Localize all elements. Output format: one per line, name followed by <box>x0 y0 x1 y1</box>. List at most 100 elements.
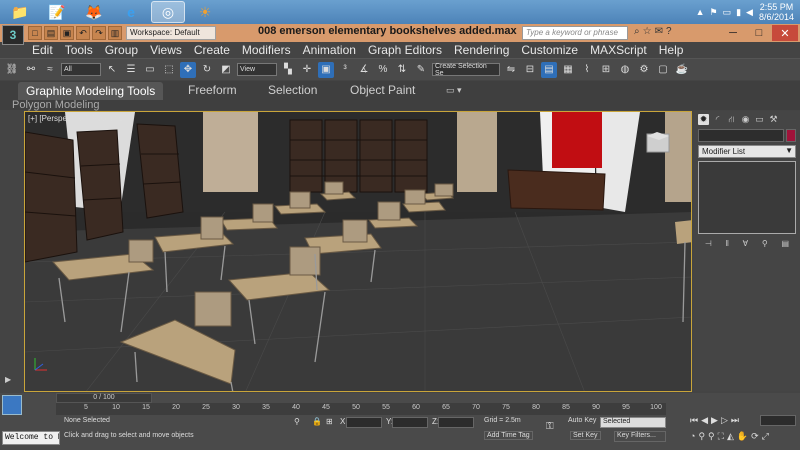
tray-arrow-icon[interactable]: ▲ <box>696 7 705 18</box>
orbit-icon[interactable]: ⟳ <box>751 431 759 442</box>
close-icon[interactable]: ✕ <box>772 25 798 41</box>
render-setup-icon[interactable]: ⚙ <box>636 62 652 78</box>
tray-monitor-icon[interactable]: ▭ <box>723 7 732 18</box>
material-editor-icon[interactable]: ◍ <box>617 62 633 78</box>
tray-volume-icon[interactable]: ◀ <box>746 7 753 18</box>
ribbon-options-icon[interactable]: ▭ ▾ <box>446 85 462 96</box>
notepad-icon[interactable]: 📝 <box>40 1 74 23</box>
object-color-swatch[interactable] <box>786 129 796 142</box>
tray-flag-icon[interactable]: ⚑ <box>709 7 717 18</box>
3dsmax-icon[interactable]: ◎ <box>151 1 185 23</box>
maxscript-listener[interactable]: Welcome to M <box>2 431 60 445</box>
make-unique-icon[interactable]: ∀ <box>743 239 748 251</box>
menu-tools[interactable]: Tools <box>59 43 99 57</box>
show-end-result-icon[interactable]: ‖ <box>726 239 729 251</box>
hierarchy-tab-icon[interactable]: ⛙ <box>726 114 737 125</box>
align-icon[interactable]: ⊟ <box>522 62 538 78</box>
angle-snap-icon[interactable]: ∡ <box>356 62 372 78</box>
selection-lock-icon[interactable]: 🔒 <box>312 417 322 426</box>
rendered-frame-window-icon[interactable]: ▢ <box>655 62 671 78</box>
layer-manager-icon[interactable]: ▤ <box>541 61 557 78</box>
select-manipulate-icon[interactable]: ✛ <box>299 62 315 78</box>
window-crossing-icon[interactable]: ⬚ <box>161 62 177 78</box>
snaps-toggle-icon[interactable]: ³ <box>337 62 353 78</box>
help-icon[interactable]: ? <box>666 26 672 37</box>
internet-explorer-icon[interactable]: e <box>114 1 148 23</box>
maximize-icon[interactable]: □ <box>746 25 772 41</box>
menu-group[interactable]: Group <box>99 43 144 57</box>
select-object-icon[interactable]: ↖ <box>104 62 120 78</box>
viewport-label-menu[interactable]: [+] [Perspective ] [Realistic ] <box>28 114 127 123</box>
select-move-icon[interactable]: ✥ <box>180 61 196 78</box>
maximize-viewport-icon[interactable]: ⤢ <box>762 431 769 442</box>
spinner-snap-icon[interactable]: ⇅ <box>394 62 410 78</box>
select-scale-icon[interactable]: ◩ <box>218 62 234 78</box>
zoom-all-icon[interactable]: ⚲ <box>708 431 715 442</box>
perspective-viewport[interactable]: [+] [Perspective ] [Realistic ] <box>24 111 692 392</box>
remove-modifier-icon[interactable]: ⚲ <box>762 239 768 251</box>
modifier-stack[interactable] <box>698 161 796 234</box>
add-time-tag-button[interactable]: Add Time Tag <box>484 431 533 440</box>
key-set-dropdown[interactable]: Selected <box>600 417 666 428</box>
x-coordinate-field[interactable] <box>346 417 382 428</box>
zoom-icon[interactable]: ⚲ <box>698 431 705 442</box>
keyboard-shortcut-override-icon[interactable]: ▣ <box>318 61 334 78</box>
curve-editor-icon[interactable]: ⌇ <box>579 62 595 78</box>
time-config-icon[interactable]: ◔ <box>690 431 695 442</box>
bind-spacewarp-icon[interactable]: ≈ <box>42 62 58 78</box>
pivot-center-icon[interactable]: ▚ <box>280 62 296 78</box>
key-icon[interactable]: ⚿ <box>546 421 554 432</box>
minimize-icon[interactable]: ─ <box>720 25 746 41</box>
zoom-extents-icon[interactable]: ⛶ <box>718 431 724 442</box>
unlink-icon[interactable]: ⚯ <box>23 62 39 78</box>
z-coordinate-field[interactable] <box>438 417 474 428</box>
modify-tab-icon[interactable]: ◜ <box>712 114 723 125</box>
clock[interactable]: 2:55 PM 8/6/2014 <box>759 2 794 22</box>
application-button[interactable]: 3 <box>2 25 24 45</box>
tray-network-icon[interactable]: ▮ <box>736 7 741 18</box>
select-by-name-icon[interactable]: ☰ <box>123 62 139 78</box>
lock-icon[interactable]: ⚲ <box>294 417 300 426</box>
menu-graph-editors[interactable]: Graph Editors <box>362 43 448 57</box>
menu-customize[interactable]: Customize <box>515 43 584 57</box>
mirror-icon[interactable]: ⇋ <box>503 62 519 78</box>
motion-tab-icon[interactable]: ◉ <box>740 114 751 125</box>
percent-snap-icon[interactable]: % <box>375 62 391 78</box>
select-rotate-icon[interactable]: ↻ <box>199 62 215 78</box>
object-name-field[interactable] <box>698 129 784 142</box>
link-icon[interactable]: ⛓ <box>4 62 20 78</box>
rectangle-selection-icon[interactable]: ▭ <box>142 62 158 78</box>
play-icon[interactable]: ▶ <box>711 415 718 426</box>
search-input[interactable]: Type a keyword or phrase <box>522 26 628 40</box>
panel-polygon-modeling[interactable]: Polygon Modeling <box>12 99 99 111</box>
track-bar[interactable]: 5 10 15 20 25 30 35 40 45 50 55 60 65 70 75 80 85 90 95 100 <box>56 403 666 415</box>
time-slider[interactable]: 0 / 100 <box>56 393 152 403</box>
tab-selection[interactable]: Selection <box>268 83 317 97</box>
firefox-icon[interactable]: 🦊 <box>77 1 111 23</box>
open-icon[interactable]: ▤ <box>44 26 58 40</box>
menu-modifiers[interactable]: Modifiers <box>236 43 297 57</box>
communication-icon[interactable]: ✉ <box>655 26 663 37</box>
binoculars-icon[interactable]: ⌕ <box>634 26 640 37</box>
display-tab-icon[interactable]: ▭ <box>754 114 765 125</box>
go-to-start-icon[interactable]: ⏮ <box>690 415 698 426</box>
current-frame-field[interactable] <box>760 415 796 426</box>
y-coordinate-field[interactable] <box>392 417 428 428</box>
subscription-icon[interactable]: ☆ <box>643 26 652 37</box>
viewport-layout-icon[interactable] <box>2 395 22 415</box>
previous-frame-icon[interactable]: ◀ <box>701 415 708 426</box>
selection-filter-dropdown[interactable]: All <box>61 63 101 76</box>
field-of-view-icon[interactable]: ◭ <box>727 431 734 442</box>
auto-key-button[interactable]: Auto Key <box>568 417 596 424</box>
create-tab-icon[interactable]: ✹ <box>698 114 709 125</box>
configure-modifier-sets-icon[interactable]: ▤ <box>782 239 790 251</box>
tab-graphite-modeling-tools[interactable]: Graphite Modeling Tools <box>18 82 164 100</box>
pin-stack-icon[interactable]: ⊣ <box>705 239 712 251</box>
expand-arrow-icon[interactable]: ▶ <box>5 375 11 384</box>
menu-views[interactable]: Views <box>144 43 188 57</box>
render-production-icon[interactable]: ☕ <box>674 62 690 78</box>
tab-object-paint[interactable]: Object Paint <box>350 83 415 97</box>
graphite-toggle-icon[interactable]: ▦ <box>560 62 576 78</box>
tab-freeform[interactable]: Freeform <box>188 83 237 97</box>
menu-maxscript[interactable]: MAXScript <box>584 43 653 57</box>
